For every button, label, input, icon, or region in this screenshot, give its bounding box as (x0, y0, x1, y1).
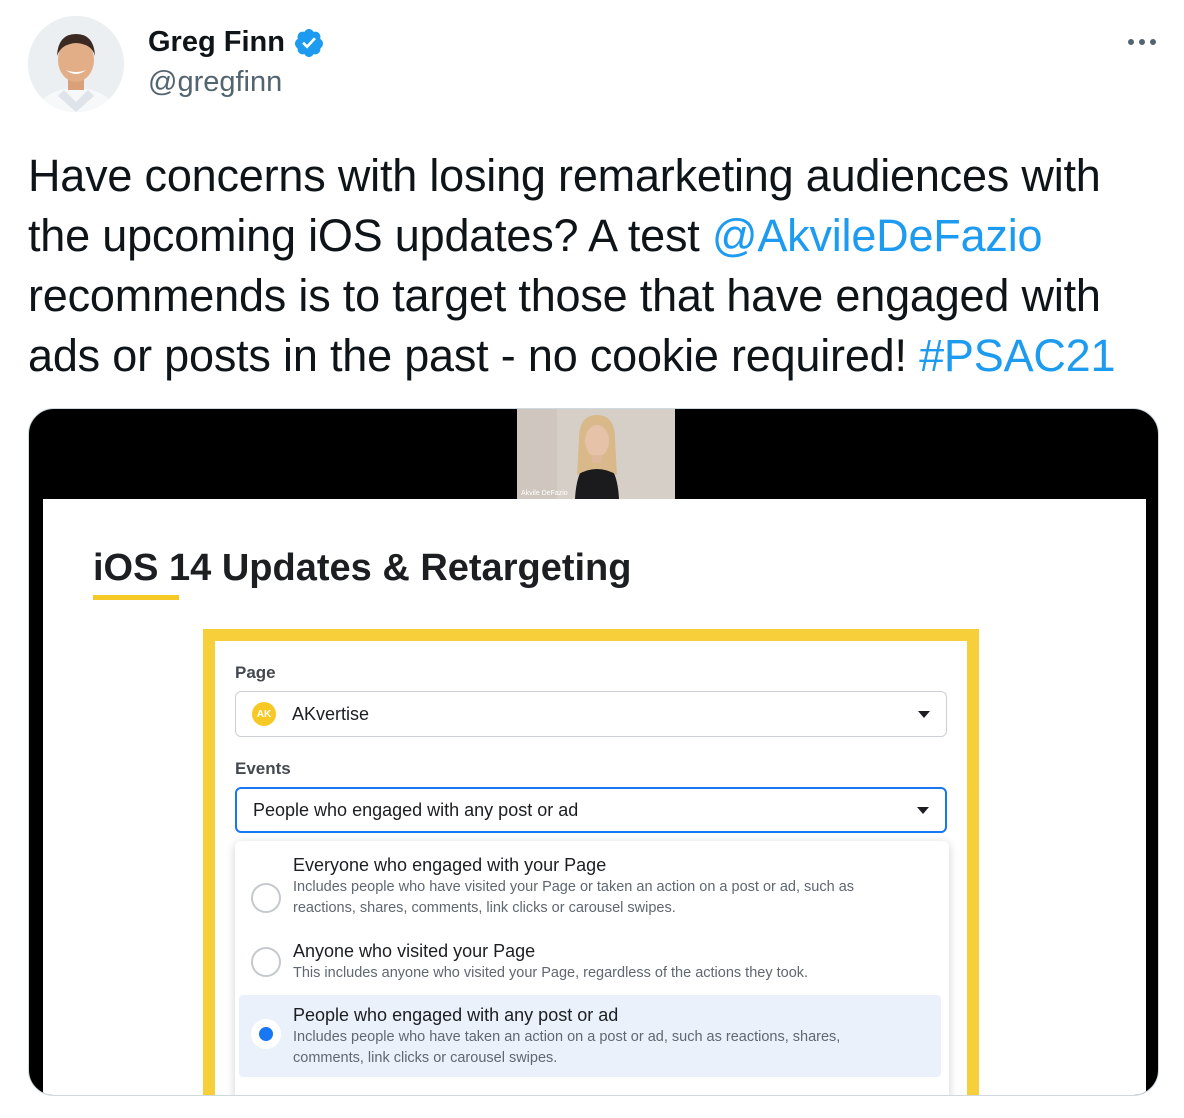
events-dropdown: Everyone who engaged with your Page Incl… (235, 841, 949, 1095)
author-avatar[interactable] (28, 16, 124, 112)
tweet-media[interactable]: Akvile DeFazio iOS 14 Updates & Retarget… (28, 408, 1159, 1096)
option-title: Anyone who visited your Page (293, 941, 536, 961)
caret-down-icon (917, 807, 929, 814)
author-name[interactable]: Greg Finn (148, 26, 325, 59)
title-underline (93, 595, 179, 600)
more-dot (1150, 39, 1156, 45)
verified-badge-icon (294, 28, 323, 57)
event-option-selected[interactable]: People who engaged with any post or ad I… (239, 995, 941, 1077)
events-label: Events (235, 759, 291, 778)
author-handle[interactable]: @gregfinn (148, 66, 282, 99)
author-name-text: Greg Finn (148, 26, 285, 58)
events-select-value: People who engaged with any post or ad (253, 799, 579, 820)
page-label: Page (235, 663, 276, 682)
webcam-caption: Akvile DeFazio (521, 490, 568, 497)
event-option[interactable]: Everyone who engaged with your Page Incl… (239, 853, 941, 933)
event-option[interactable]: Anyone who visited your Page This includ… (239, 939, 941, 995)
webcam-image (517, 409, 675, 499)
caret-down-icon (918, 711, 930, 718)
radio-checked[interactable] (251, 1019, 281, 1049)
slide-title: iOS 14 Updates & Retargeting (93, 547, 632, 589)
webcam-feed: Akvile DeFazio (517, 409, 675, 499)
more-dot (1139, 39, 1145, 45)
page-select[interactable]: AK AKvertise (235, 691, 947, 737)
option-description: This includes anyone who visited your Pa… (293, 965, 809, 981)
avatar-image (28, 16, 124, 112)
akvertise-logo-icon: AK (252, 702, 276, 726)
hashtag-link[interactable]: #PSAC21 (919, 330, 1115, 381)
option-title: Everyone who engaged with your Page (293, 855, 607, 875)
radio-unchecked[interactable] (251, 947, 281, 977)
presentation-slide: iOS 14 Updates & Retargeting Page AK AKv… (43, 499, 1146, 1095)
more-dot (1128, 39, 1134, 45)
page-select-value: AKvertise (292, 703, 370, 724)
tweet-text: Have concerns with losing remarketing au… (28, 146, 1148, 386)
mention-link[interactable]: @AkvileDeFazio (712, 210, 1043, 261)
option-description: Includes people who have taken an action… (293, 1029, 841, 1066)
radio-unchecked[interactable] (251, 883, 281, 913)
option-description: Includes people who have visited your Pa… (293, 879, 855, 916)
option-title: People who engaged with any post or ad (293, 1005, 619, 1025)
events-select[interactable]: People who engaged with any post or ad (235, 787, 947, 833)
audience-form-highlight: Page AK AKvertise Events People who enga… (203, 629, 979, 1095)
more-options-icon[interactable] (1118, 24, 1166, 60)
